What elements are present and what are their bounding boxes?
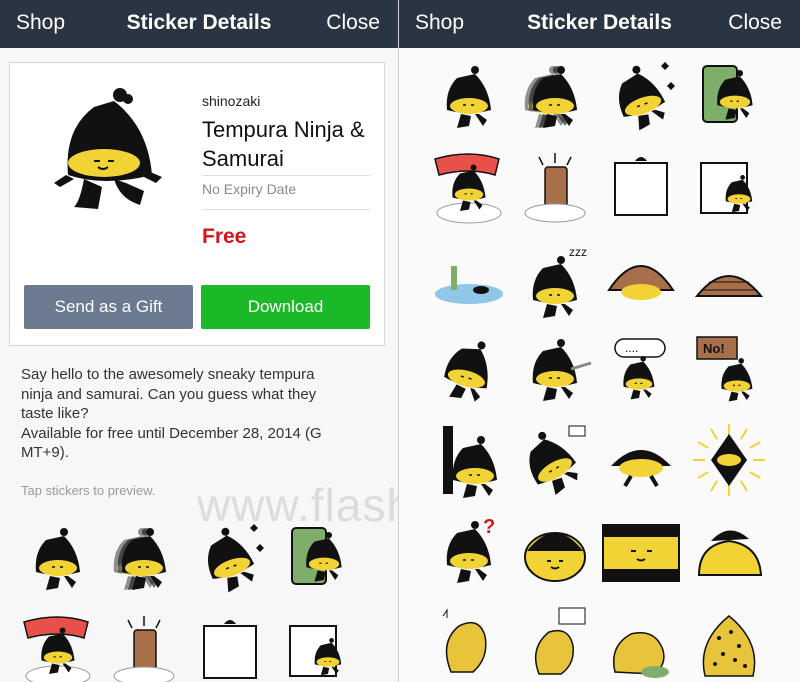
svg-text:zzz: zzz <box>569 245 587 259</box>
sticker-ninja-sleeping-zzz[interactable]: zzz <box>515 238 595 318</box>
sticker-details-screen-right: Shop Sticker Details Close zzz.... No!? <box>399 0 800 682</box>
sticker-shrimp-cheer[interactable] <box>515 602 595 682</box>
author-name[interactable]: shinozaki <box>202 93 260 109</box>
sticker-shrimp-dotted[interactable] <box>689 602 769 682</box>
close-button[interactable]: Close <box>326 11 380 35</box>
package-title: Tempura Ninja & Samurai <box>202 117 365 171</box>
sticker-ninja-standing[interactable] <box>18 518 98 598</box>
svg-text:....: .... <box>625 341 638 355</box>
sticker-ninja-dashing-blur[interactable] <box>515 56 595 136</box>
sticker-ninja-bamboo-scroll[interactable] <box>278 518 358 598</box>
sticker-details-screen-left: Shop Sticker Details Close shinozaki Tem… <box>0 0 398 682</box>
sticker-ninja-peeking-paper[interactable] <box>278 610 358 682</box>
sticker-samurai-face-closeup[interactable] <box>515 511 595 591</box>
divider <box>202 209 370 210</box>
main-sticker-image <box>44 83 174 223</box>
divider <box>202 175 370 176</box>
sticker-ninja-peeking-paper[interactable] <box>689 147 769 227</box>
sticker-ninja-dashing-blur[interactable] <box>104 518 184 598</box>
sticker-samurai-lying[interactable] <box>689 511 769 591</box>
sticker-ninja-standing[interactable] <box>429 56 509 136</box>
sticker-ninja-sword-run[interactable] <box>515 329 595 409</box>
sticker-package-card: shinozaki Tempura Ninja & Samurai No Exp… <box>9 62 385 346</box>
sticker-ninja-in-water[interactable] <box>429 238 509 318</box>
sticker-ninja-log-trick[interactable] <box>104 610 184 682</box>
sticker-ninja-under-hat[interactable] <box>601 238 681 318</box>
sticker-shrimp-sitting[interactable] <box>601 602 681 682</box>
download-button[interactable]: Download <box>201 285 370 329</box>
sticker-ninja-pointing-up[interactable] <box>515 420 595 500</box>
sticker-ninja-no-sign[interactable]: No! <box>689 329 769 409</box>
preview-hint: Tap stickers to preview. <box>21 483 156 498</box>
sticker-shrimp-music[interactable] <box>429 602 509 682</box>
svg-text:?: ? <box>483 516 495 538</box>
send-as-gift-button[interactable]: Send as a Gift <box>24 285 193 329</box>
sticker-ninja-question[interactable]: ? <box>429 511 509 591</box>
package-description: Say hello to the awesomely sneaky tempur… <box>21 366 322 461</box>
sticker-ninja-throwing-stars[interactable] <box>190 518 270 598</box>
sticker-ninja-wall-hide[interactable] <box>429 420 509 500</box>
sticker-ninja-glowing[interactable] <box>689 420 769 500</box>
sticker-ninja-throwing-stars[interactable] <box>601 56 681 136</box>
close-button[interactable]: Close <box>728 11 782 35</box>
sticker-ninja-boom[interactable] <box>429 147 509 227</box>
price-label: Free <box>202 225 247 248</box>
svg-text:No!: No! <box>703 341 725 356</box>
sticker-samurai-yellow-frame[interactable] <box>601 511 681 591</box>
sticker-ninja-speech-bubble[interactable]: .... <box>601 329 681 409</box>
sticker-ninja-leaping[interactable] <box>429 329 509 409</box>
sticker-ninja-bowing[interactable] <box>601 420 681 500</box>
sticker-ninja-bamboo-scroll[interactable] <box>689 56 769 136</box>
sticker-hat-only[interactable] <box>689 238 769 318</box>
shop-button[interactable]: Shop <box>16 11 65 35</box>
sticker-ninja-log-trick[interactable] <box>515 147 595 227</box>
expiry-text: No Expiry Date <box>202 181 297 197</box>
navigation-bar: Shop Sticker Details Close <box>399 0 800 48</box>
sticker-ninja-holding-blank-sign[interactable] <box>190 610 270 682</box>
navigation-bar: Shop Sticker Details Close <box>0 0 398 48</box>
shop-button[interactable]: Shop <box>415 11 464 35</box>
sticker-ninja-holding-blank-sign[interactable] <box>601 147 681 227</box>
sticker-ninja-boom[interactable] <box>18 610 98 682</box>
